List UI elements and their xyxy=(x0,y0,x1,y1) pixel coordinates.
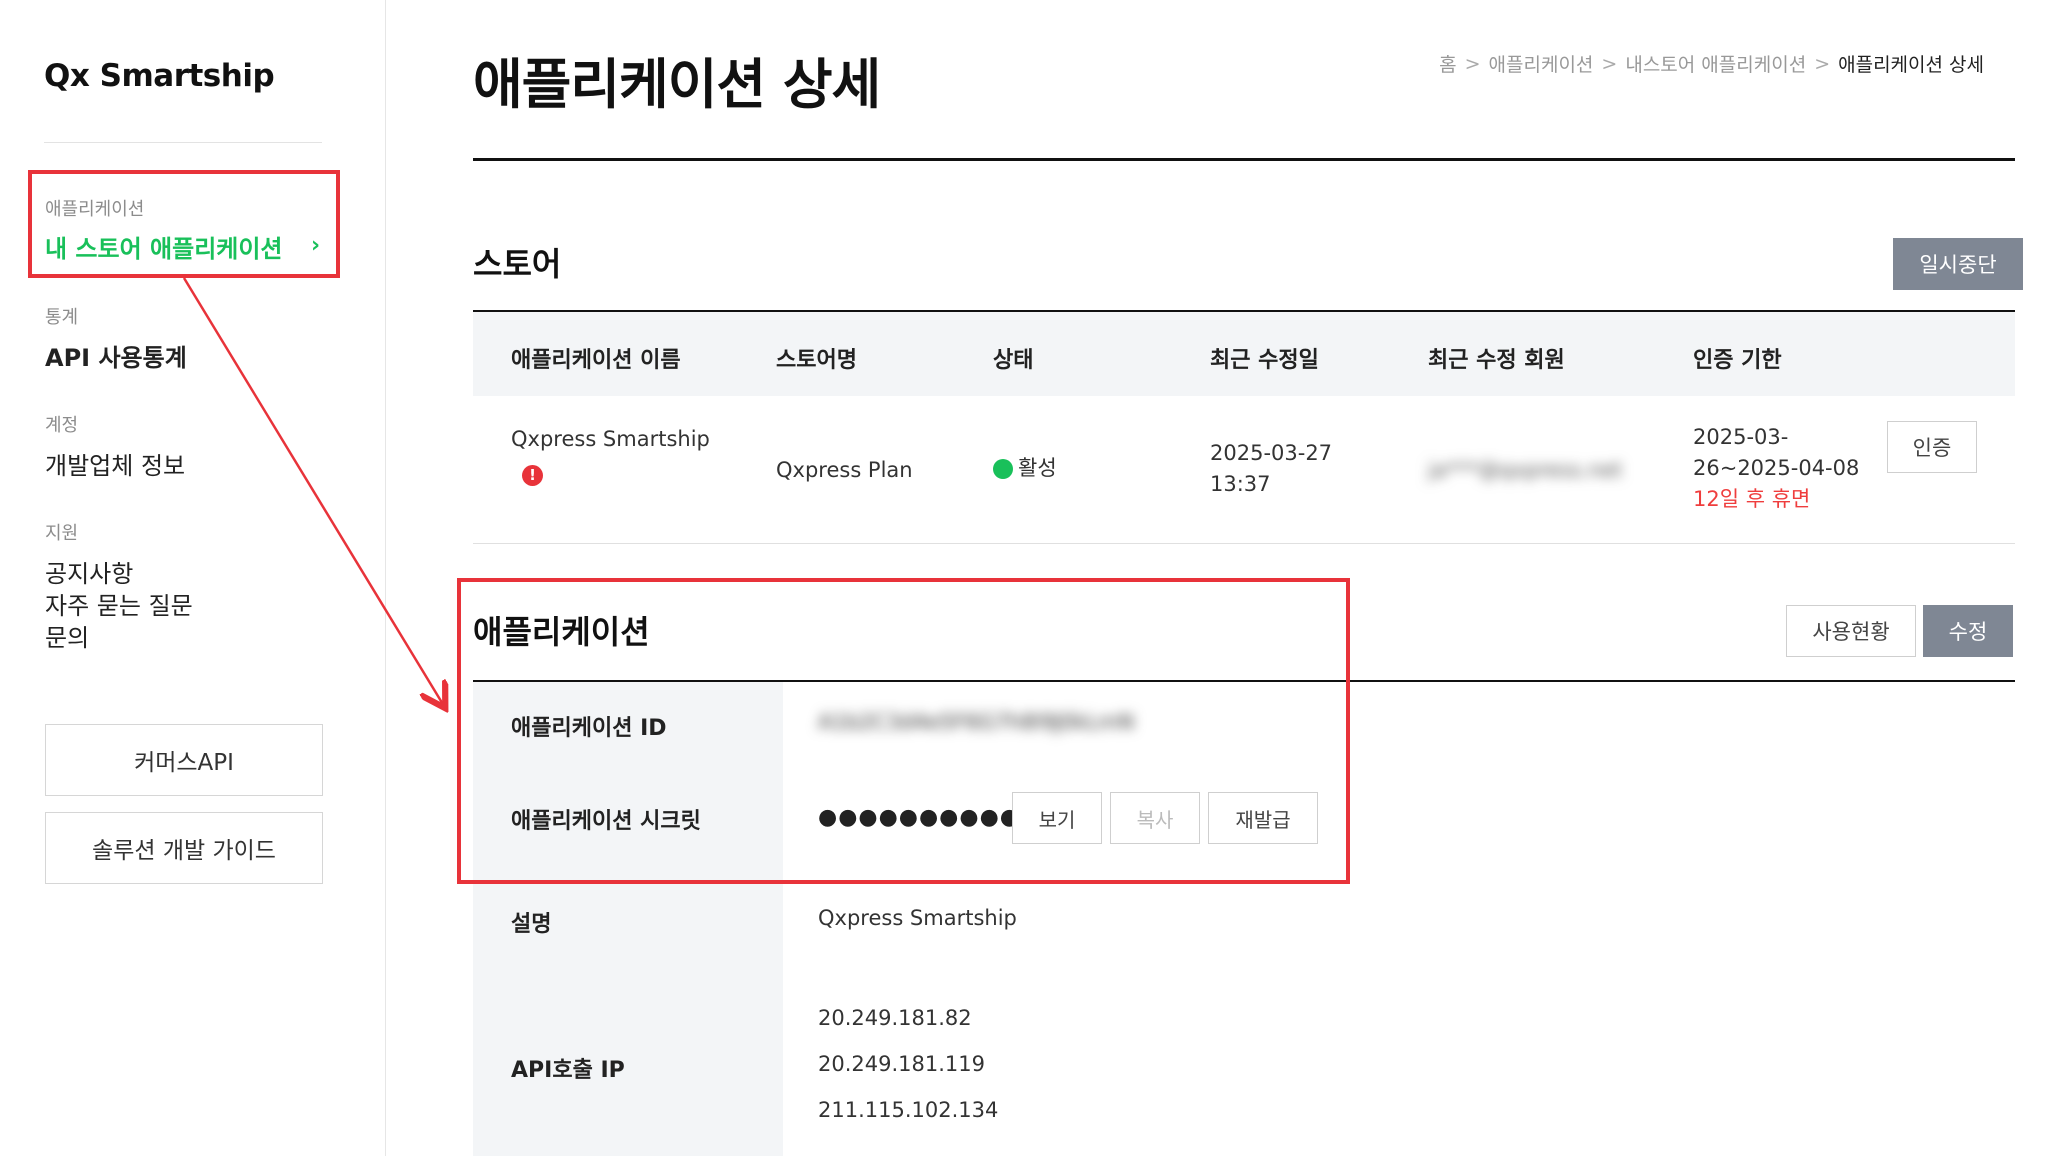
breadcrumb-applications[interactable]: 애플리케이션 xyxy=(1489,50,1594,77)
modified-time: 13:37 xyxy=(1210,472,1271,496)
modified-member: ja***@qxpress.net xyxy=(1428,458,1623,482)
nav-group-support: 지원 xyxy=(45,523,79,544)
sidebar-item-faq[interactable]: 자주 묻는 질문 xyxy=(45,586,193,621)
auth-period-end: 26~2025-04-08 xyxy=(1693,456,1860,480)
store-table: 애플리케이션 이름 스토어명 상태 최근 수정일 최근 수정 회원 인증 기한 … xyxy=(473,310,2015,544)
breadcrumb: 홈 > 애플리케이션 > 내스토어 애플리케이션 > 애플리케이션 상세 xyxy=(1439,50,1984,77)
column-header-modified-member: 최근 수정 회원 xyxy=(1428,348,1565,373)
sidebar-item-inquiry[interactable]: 문의 xyxy=(45,618,89,653)
column-header-status: 상태 xyxy=(993,348,1034,373)
solution-guide-button[interactable]: 솔루션 개발 가이드 xyxy=(45,812,323,884)
sidebar-item-notices[interactable]: 공지사항 xyxy=(45,554,133,589)
usage-button[interactable]: 사용현황 xyxy=(1786,605,1916,657)
nav-group-account: 계정 xyxy=(45,415,79,436)
auth-period: 2025-03- 26~2025-04-08 12일 후 휴면 xyxy=(1693,422,1859,515)
breadcrumb-separator: > xyxy=(1464,52,1481,75)
pause-button[interactable]: 일시중단 xyxy=(1893,238,2023,290)
description-value: Qxpress Smartship xyxy=(818,906,1017,930)
api-ip-3: 211.115.102.134 xyxy=(818,1098,999,1122)
edit-button[interactable]: 수정 xyxy=(1923,605,2013,657)
column-header-modified-date: 최근 수정일 xyxy=(1210,348,1319,373)
table-row: Qxpress Smartship ! Qxpress Plan 활성 2025… xyxy=(473,396,2015,544)
breadcrumb-my-store-applications[interactable]: 내스토어 애플리케이션 xyxy=(1625,50,1806,77)
api-ip-2: 20.249.181.119 xyxy=(818,1052,985,1076)
title-divider xyxy=(473,158,2015,161)
commerce-api-button[interactable]: 커머스API xyxy=(45,724,323,796)
column-header-store-name: 스토어명 xyxy=(776,348,857,373)
store-name: Qxpress Plan xyxy=(776,458,913,482)
column-header-auth-period: 인증 기한 xyxy=(1693,348,1782,373)
status-active-icon xyxy=(993,459,1013,479)
modified-datetime: 2025-03-27 13:37 xyxy=(1210,438,1332,500)
description-label: 설명 xyxy=(511,912,552,937)
api-ip-1: 20.249.181.82 xyxy=(818,1006,972,1030)
nav-group-statistics: 통계 xyxy=(45,307,79,328)
app-logo[interactable]: Qx Smartship xyxy=(44,58,275,94)
breadcrumb-separator: > xyxy=(1601,52,1618,75)
status-text: 활성 xyxy=(1018,456,1057,480)
store-table-header: 애플리케이션 이름 스토어명 상태 최근 수정일 최근 수정 회원 인증 기한 xyxy=(473,310,2015,396)
api-ip-label: API호출 IP xyxy=(511,1058,625,1083)
sidebar-item-api-stats[interactable]: API 사용통계 xyxy=(45,338,187,373)
highlight-box-application xyxy=(457,578,1350,884)
sidebar-item-developer-info[interactable]: 개발업체 정보 xyxy=(45,446,185,481)
breadcrumb-home[interactable]: 홈 xyxy=(1439,50,1456,77)
auth-period-start: 2025-03- xyxy=(1693,425,1789,449)
status-badge: 활성 xyxy=(993,453,1057,484)
sidebar-divider xyxy=(44,142,322,143)
page-title: 애플리케이션 상세 xyxy=(473,53,881,116)
column-header-app-name: 애플리케이션 이름 xyxy=(511,348,681,373)
auth-dormant-notice: 12일 후 휴면 xyxy=(1693,487,1811,511)
breadcrumb-separator: > xyxy=(1814,52,1831,75)
breadcrumb-current: 애플리케이션 상세 xyxy=(1838,54,1984,76)
alert-icon: ! xyxy=(522,465,543,486)
modified-date: 2025-03-27 xyxy=(1210,441,1333,465)
app-name: Qxpress Smartship xyxy=(511,427,710,451)
highlight-box-sidebar xyxy=(28,170,340,278)
authenticate-button[interactable]: 인증 xyxy=(1887,421,1977,473)
app-name-cell: Qxpress Smartship ! xyxy=(511,424,710,489)
store-section-title: 스토어 xyxy=(473,245,562,283)
